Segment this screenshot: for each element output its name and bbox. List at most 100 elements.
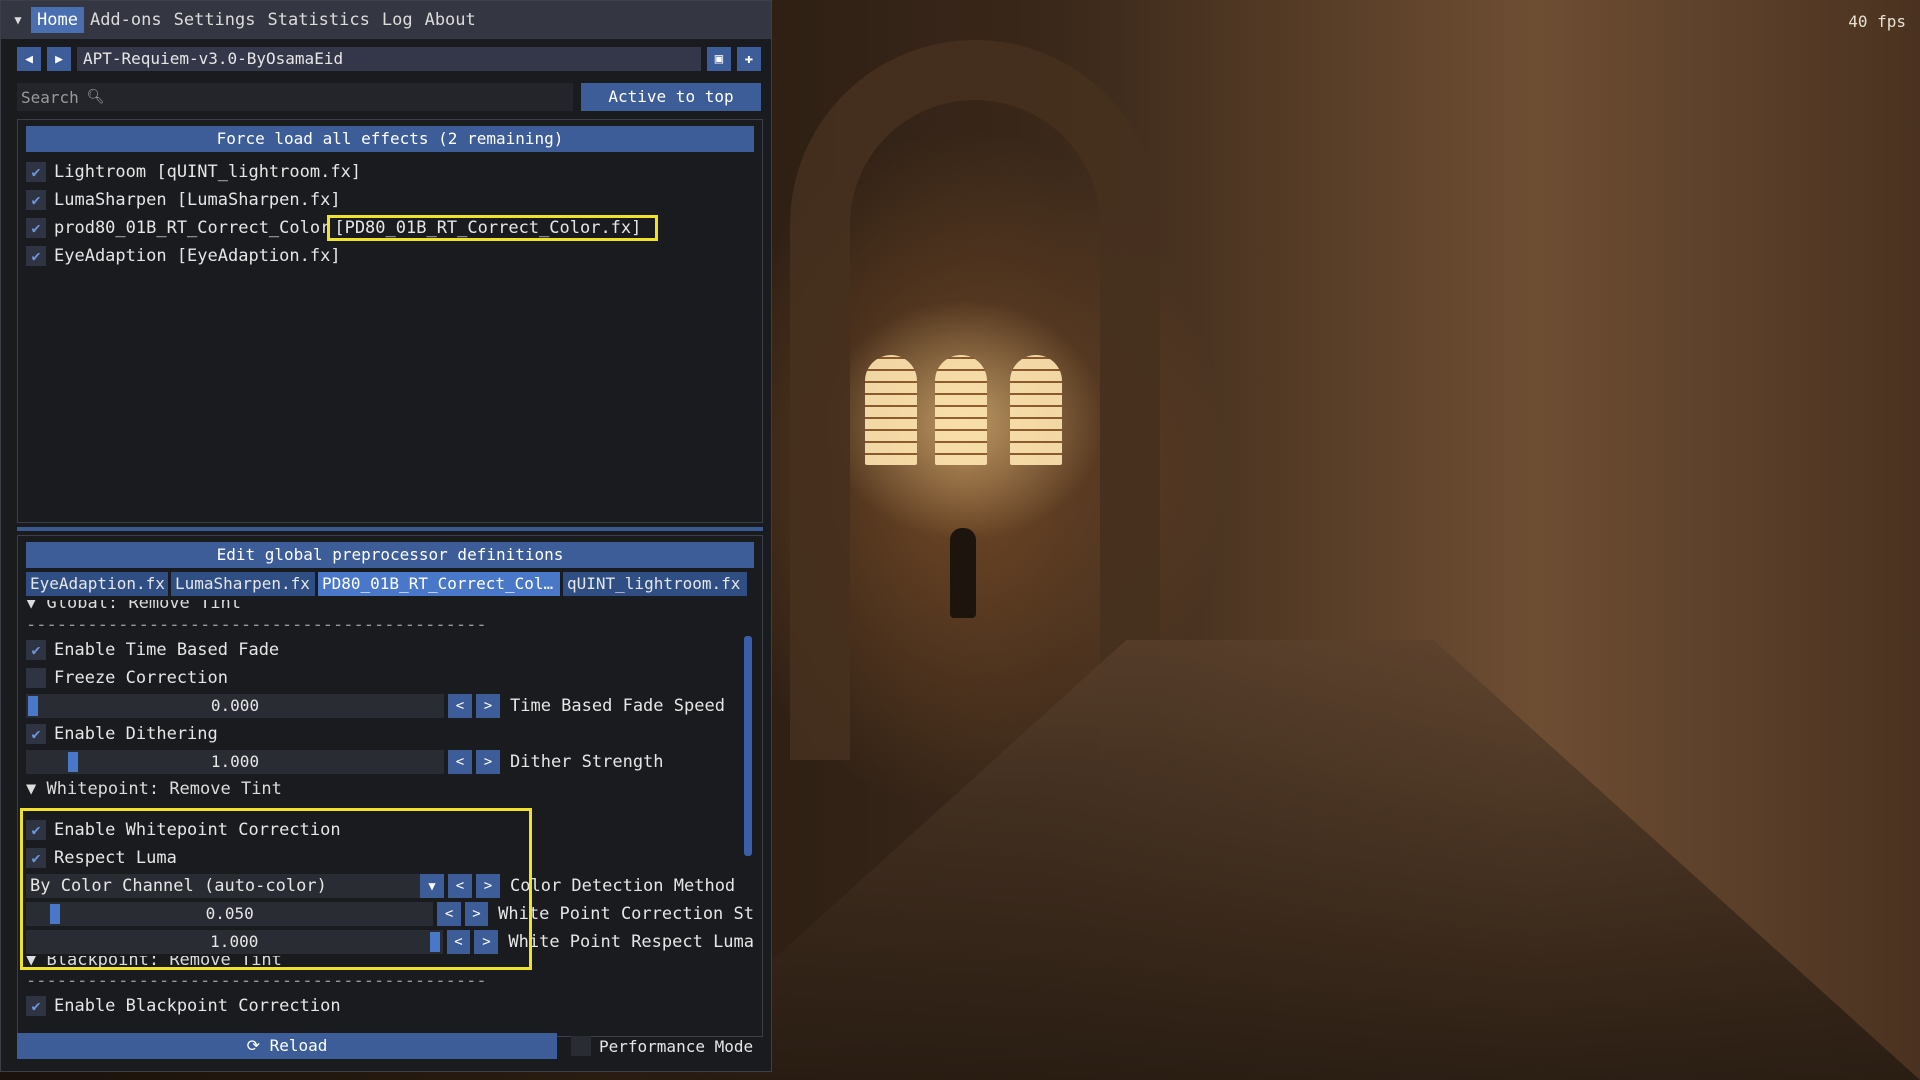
scrollbar[interactable]	[744, 636, 752, 856]
increment-button[interactable]: >	[474, 930, 499, 954]
panel-splitter[interactable]	[17, 527, 763, 531]
increment-button[interactable]: >	[476, 874, 500, 898]
church-window	[935, 355, 987, 465]
checkbox-label: Performance Mode	[599, 1036, 754, 1056]
bottom-bar: ⟳ Reload ✔ Performance Mode	[17, 1033, 765, 1059]
slider-grab[interactable]	[430, 932, 440, 952]
slider-value: 0.050	[205, 904, 254, 923]
menu-home[interactable]: Home	[31, 7, 84, 33]
menu-addons[interactable]: Add-ons	[84, 7, 168, 33]
search-row: Search 🔍︎ Active to top	[17, 83, 761, 111]
tree-node-label: Blackpoint: Remove Tint	[46, 956, 282, 970]
decrement-button[interactable]: <	[437, 902, 461, 926]
force-load-button[interactable]: Force load all effects (2 remaining)	[26, 126, 754, 152]
tab-quint-lightroom[interactable]: qUINT_lightroom.fx	[563, 572, 747, 596]
increment-button[interactable]: >	[476, 694, 500, 718]
reload-icon: ⟳	[246, 1036, 260, 1055]
add-preset-icon[interactable]: ✚	[737, 47, 761, 71]
menu-log[interactable]: Log	[376, 7, 419, 33]
checkbox[interactable]: ✔	[26, 724, 46, 744]
dither-strength-row: 1.000 < > Dither Strength	[26, 748, 754, 776]
search-input[interactable]: Search 🔍︎	[17, 83, 573, 111]
edit-preprocessor-button[interactable]: Edit global preprocessor definitions	[26, 542, 754, 568]
tab-pd80-correct-color[interactable]: PD80_01B_RT_Correct_Col…	[318, 572, 560, 596]
effect-checkbox[interactable]: ✔	[26, 246, 46, 266]
enable-dithering-checkbox[interactable]: ✔ Enable Dithering	[26, 720, 754, 748]
effect-checkbox[interactable]: ✔	[26, 162, 46, 182]
slider-grab[interactable]	[68, 752, 78, 772]
checkbox[interactable]: ✔	[26, 820, 46, 840]
preprocessor-section: Edit global preprocessor definitions Eye…	[17, 535, 763, 1037]
previous-preset-button[interactable]: ◀	[17, 47, 41, 71]
tree-node-global[interactable]: ▼ Global: Remove Tint	[26, 600, 754, 614]
dither-strength-slider[interactable]: 1.000	[26, 750, 444, 774]
respect-luma-checkbox[interactable]: ✔ Respect Luma	[26, 844, 754, 872]
preset-name-field[interactable]: APT-Requiem-v3.0-ByOsamaEid	[77, 47, 701, 71]
increment-button[interactable]: >	[476, 750, 500, 774]
save-icon[interactable]: ▣	[707, 47, 731, 71]
performance-mode-checkbox[interactable]: ✔ Performance Mode	[571, 1033, 753, 1059]
active-to-top-button[interactable]: Active to top	[581, 83, 761, 111]
wp-respect-luma-row: 1.000 < > White Point Respect Luma	[26, 928, 754, 956]
dropdown-label: Color Detection Method	[510, 876, 736, 896]
church-window	[865, 355, 917, 465]
reload-button[interactable]: ⟳ Reload	[17, 1033, 557, 1059]
tree-node-blackpoint[interactable]: ▼ Blackpoint: Remove Tint	[26, 956, 754, 970]
checkbox-label: Enable Time Based Fade	[54, 640, 280, 660]
decrement-button[interactable]: <	[448, 874, 472, 898]
menu-bar: ▼ Home Add-ons Settings Statistics Log A…	[1, 1, 771, 39]
tree-node-label: Whitepoint: Remove Tint	[46, 779, 282, 799]
slider-label: Time Based Fade Speed	[510, 696, 725, 716]
wp-correction-strength-row: 0.050 < > White Point Correction St	[26, 900, 754, 928]
decrement-button[interactable]: <	[448, 750, 472, 774]
checkbox[interactable]: ✔	[26, 668, 46, 688]
slider-grab[interactable]	[50, 904, 60, 924]
freeze-correction-checkbox[interactable]: ✔ Freeze Correction	[26, 664, 754, 692]
menu-statistics[interactable]: Statistics	[262, 7, 376, 33]
checkbox[interactable]: ✔	[26, 996, 46, 1016]
collapse-icon[interactable]: ▼	[5, 13, 31, 27]
time-fade-speed-row: 0.000 < > Time Based Fade Speed	[26, 692, 754, 720]
effect-tabs: EyeAdaption.fx LumaSharpen.fx PD80_01B_R…	[26, 572, 754, 596]
enable-blackpoint-checkbox[interactable]: ✔ Enable Blackpoint Correction	[26, 992, 754, 1020]
effect-item[interactable]: ✔ EyeAdaption [EyeAdaption.fx]	[26, 242, 754, 270]
dropdown-value: By Color Channel (auto-color)	[30, 876, 327, 896]
tab-eyeadaption[interactable]: EyeAdaption.fx	[26, 572, 168, 596]
checkbox[interactable]: ✔	[26, 848, 46, 868]
enable-whitepoint-checkbox[interactable]: ✔ Enable Whitepoint Correction	[26, 816, 754, 844]
checkbox-label: Enable Dithering	[54, 724, 218, 744]
checkbox-label: Respect Luma	[54, 848, 177, 868]
wp-respect-luma-slider[interactable]: 1.000	[26, 930, 443, 954]
effect-item[interactable]: ✔ Lightroom [qUINT_lightroom.fx]	[26, 158, 754, 186]
menu-settings[interactable]: Settings	[168, 7, 262, 33]
character-figure	[950, 528, 976, 618]
slider-label: White Point Respect Luma	[508, 932, 755, 952]
effects-section: Force load all effects (2 remaining) ✔ L…	[17, 119, 763, 523]
chevron-down-icon[interactable]: ▼	[420, 874, 444, 898]
color-detection-dropdown[interactable]: By Color Channel (auto-color) ▼	[26, 874, 444, 898]
parameter-list: ▼ Global: Remove Tint ------------------…	[18, 596, 762, 1036]
effect-item[interactable]: ✔ LumaSharpen [LumaSharpen.fx]	[26, 186, 754, 214]
effect-item[interactable]: ✔ prod80_01B_RT_Correct_Color [PD80_01B_…	[26, 214, 754, 242]
reload-label: Reload	[269, 1036, 328, 1055]
next-preset-button[interactable]: ▶	[47, 47, 71, 71]
expand-icon: ▼	[26, 956, 37, 970]
decrement-button[interactable]: <	[446, 930, 471, 954]
checkbox[interactable]: ✔	[26, 640, 46, 660]
enable-time-fade-checkbox[interactable]: ✔ Enable Time Based Fade	[26, 636, 754, 664]
wp-correction-strength-slider[interactable]: 0.050	[26, 902, 434, 926]
tab-lumasharpen[interactable]: LumaSharpen.fx	[171, 572, 315, 596]
tree-node-whitepoint[interactable]: ▼ Whitepoint: Remove Tint	[26, 776, 754, 802]
increment-button[interactable]: >	[464, 902, 489, 926]
effect-checkbox[interactable]: ✔	[26, 190, 46, 210]
effect-checkbox[interactable]: ✔	[26, 218, 46, 238]
checkbox[interactable]: ✔	[571, 1036, 591, 1056]
slider-value: 0.000	[210, 696, 260, 715]
time-fade-speed-slider[interactable]: 0.000	[26, 694, 444, 718]
decrement-button[interactable]: <	[448, 694, 472, 718]
menu-about[interactable]: About	[419, 7, 482, 33]
color-detection-row: By Color Channel (auto-color) ▼ < > Colo…	[26, 872, 754, 900]
slider-grab[interactable]	[28, 696, 38, 716]
slider-label: White Point Correction St	[498, 904, 754, 924]
